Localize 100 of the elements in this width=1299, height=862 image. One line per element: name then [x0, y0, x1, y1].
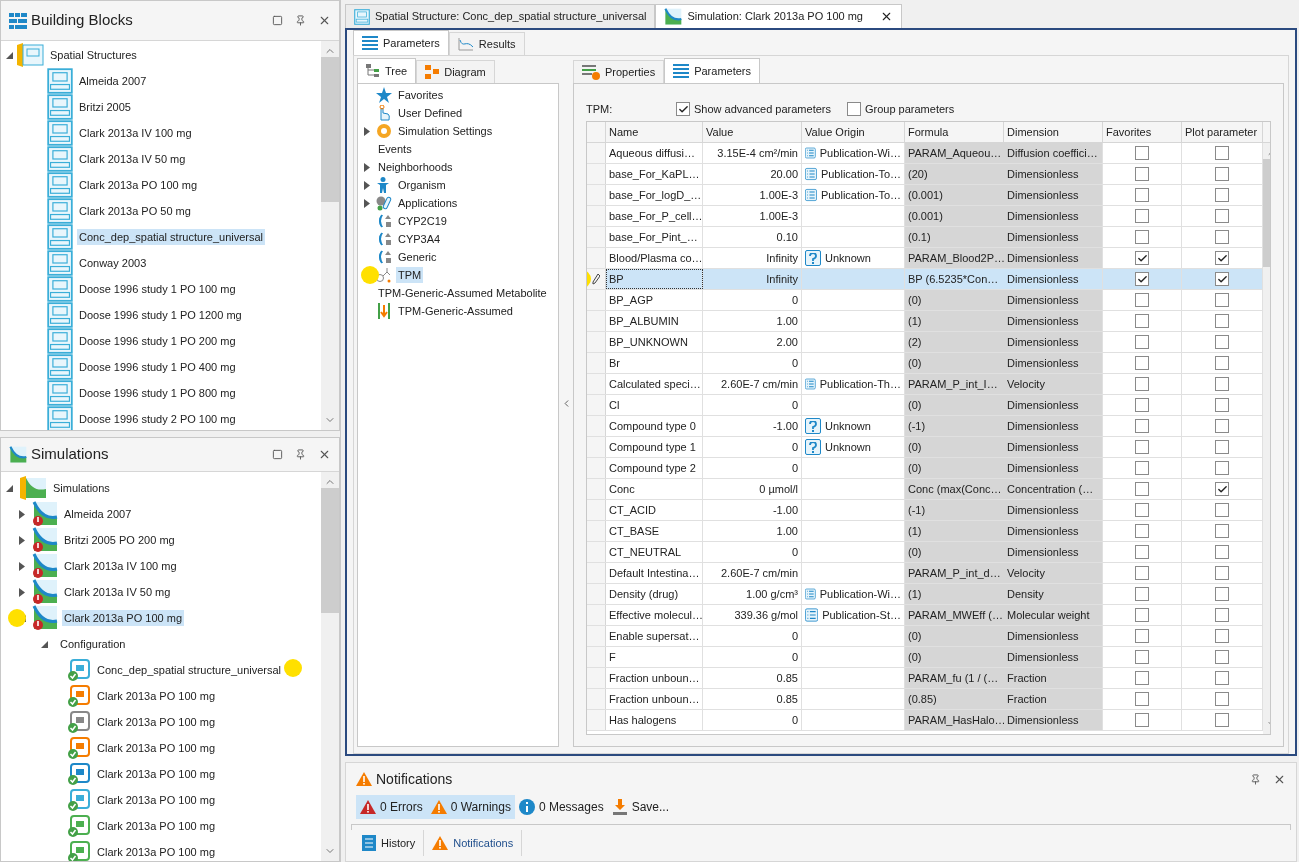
tab[interactable]: Parameters — [353, 30, 449, 55]
tree-item[interactable]: Conc_dep_spatial structure_universal — [95, 661, 284, 679]
tree-item[interactable]: Events — [376, 140, 414, 158]
tree-item[interactable]: Spatial Structures — [48, 46, 139, 64]
column-header[interactable]: Name — [606, 122, 703, 142]
checkbox[interactable] — [1215, 503, 1229, 517]
tab[interactable]: Parameters — [664, 58, 760, 83]
checkbox[interactable] — [1135, 608, 1149, 622]
checkbox[interactable] — [1135, 167, 1149, 181]
checkbox[interactable] — [1215, 419, 1229, 433]
checkbox[interactable] — [1215, 146, 1229, 160]
checkbox[interactable] — [1215, 209, 1229, 223]
checkbox[interactable] — [1135, 440, 1149, 454]
checkbox[interactable] — [676, 102, 690, 116]
tree-item[interactable]: Applications — [396, 194, 460, 212]
checkbox[interactable] — [1135, 251, 1149, 265]
column-header[interactable]: Plot parameter — [1182, 122, 1263, 142]
checkbox[interactable] — [1215, 356, 1229, 370]
checkbox[interactable] — [1215, 608, 1229, 622]
tab[interactable]: History — [354, 830, 425, 856]
expand-arrow-icon[interactable] — [364, 180, 370, 190]
checkbox[interactable] — [1135, 503, 1149, 517]
tree-item[interactable]: Clark 2013a IV 100 mg — [77, 124, 194, 142]
tree-item[interactable]: Almeida 2007 — [77, 72, 149, 90]
tree-item[interactable]: Britzi 2005 PO 200 mg — [62, 531, 177, 549]
expand-arrow-icon[interactable] — [19, 587, 25, 597]
tree-item[interactable]: Doose 1996 study 1 PO 100 mg — [77, 280, 238, 298]
tree-item[interactable]: TPM-Generic-Assumed — [396, 302, 515, 320]
expand-arrow-icon[interactable] — [364, 198, 370, 208]
checkbox[interactable] — [1215, 293, 1229, 307]
checkbox[interactable] — [1135, 356, 1149, 370]
scrollbar[interactable] — [321, 41, 339, 430]
checkbox[interactable] — [1135, 335, 1149, 349]
checkbox[interactable] — [1135, 398, 1149, 412]
tree-item[interactable]: Conway 2003 — [77, 254, 149, 272]
tree-item[interactable]: CYP3A4 — [396, 230, 443, 248]
tree-item[interactable]: Clark 2013a PO 100 mg — [95, 713, 217, 731]
tree-item[interactable]: Favorites — [396, 86, 446, 104]
tree-item[interactable]: Clark 2013a PO 100 mg — [95, 687, 217, 705]
checkbox[interactable] — [1215, 230, 1229, 244]
checkbox[interactable] — [1215, 440, 1229, 454]
tree-item[interactable]: TPM — [396, 266, 424, 284]
tree-item[interactable]: Clark 2013a PO 100 mg — [95, 817, 217, 835]
tree-item[interactable]: Clark 2013a PO 100 mg — [95, 739, 217, 757]
column-header[interactable]: Favorites — [1103, 122, 1182, 142]
close-icon[interactable] — [318, 448, 331, 461]
checkbox[interactable] — [1135, 713, 1149, 727]
checkbox[interactable] — [1135, 230, 1149, 244]
collapse-arrow-icon[interactable] — [6, 51, 13, 59]
checkbox[interactable] — [1135, 650, 1149, 664]
checkbox[interactable] — [1135, 188, 1149, 202]
checkbox[interactable] — [1215, 482, 1229, 496]
tree-item[interactable]: Organism — [396, 176, 448, 194]
pin-icon[interactable] — [1250, 773, 1261, 785]
collapse-arrow-icon[interactable] — [41, 640, 48, 648]
checkbox[interactable] — [1215, 566, 1229, 580]
tree-item[interactable]: CYP2C19 — [396, 212, 449, 230]
tree-item[interactable]: Clark 2013a PO 50 mg — [77, 202, 193, 220]
pin-icon[interactable] — [295, 15, 306, 26]
checkbox[interactable] — [1135, 419, 1149, 433]
tab[interactable]: Results — [448, 32, 525, 55]
filter-button[interactable]: 0 Warnings — [426, 795, 515, 819]
tree-item[interactable]: Clark 2013a IV 50 mg — [62, 583, 173, 601]
checkbox[interactable] — [1215, 692, 1229, 706]
checkbox[interactable] — [1215, 398, 1229, 412]
tree-item[interactable]: Clark 2013a PO 100 mg — [95, 765, 217, 783]
checkbox[interactable] — [1135, 692, 1149, 706]
tree-item[interactable]: User Defined — [396, 104, 465, 122]
checkbox[interactable] — [1135, 629, 1149, 643]
checkbox[interactable] — [1215, 671, 1229, 685]
tab[interactable]: Properties — [573, 60, 665, 83]
checkbox[interactable] — [1135, 482, 1149, 496]
checkbox[interactable] — [1215, 524, 1229, 538]
checkbox[interactable] — [1215, 167, 1229, 181]
tree-item[interactable]: Simulation Settings — [396, 122, 495, 140]
tree-item[interactable]: Doose 1996 study 1 PO 800 mg — [77, 384, 238, 402]
checkbox[interactable] — [1215, 545, 1229, 559]
scroll-thumb[interactable] — [321, 488, 339, 613]
column-header[interactable]: Dimension — [1004, 122, 1103, 142]
checkbox[interactable] — [1135, 314, 1149, 328]
checkbox[interactable] — [1135, 377, 1149, 391]
document-tab[interactable]: Simulation: Clark 2013a PO 100 mg — [655, 4, 902, 28]
tree-item[interactable]: Neighborhoods — [376, 158, 455, 176]
checkbox[interactable] — [1215, 650, 1229, 664]
checkbox[interactable] — [1215, 713, 1229, 727]
filter-button[interactable]: 0 Errors — [356, 795, 427, 819]
checkbox[interactable] — [1215, 587, 1229, 601]
column-header[interactable]: Value — [703, 122, 802, 142]
tree-item[interactable]: Clark 2013a PO 100 mg — [95, 843, 217, 861]
checkbox[interactable] — [1135, 293, 1149, 307]
collapse-arrow-icon[interactable] — [6, 484, 13, 492]
tab[interactable]: Notifications — [424, 830, 523, 856]
checkbox[interactable] — [1135, 545, 1149, 559]
maximize-icon[interactable] — [272, 449, 283, 460]
tree-item[interactable]: Doose 1996 study 1 PO 400 mg — [77, 358, 238, 376]
checkbox[interactable] — [1135, 146, 1149, 160]
expand-arrow-icon[interactable] — [19, 509, 25, 519]
column-header[interactable]: Formula — [905, 122, 1004, 142]
column-header[interactable]: Value Origin — [802, 122, 905, 142]
tree-item[interactable]: Conc_dep_spatial structure_universal — [77, 228, 266, 246]
